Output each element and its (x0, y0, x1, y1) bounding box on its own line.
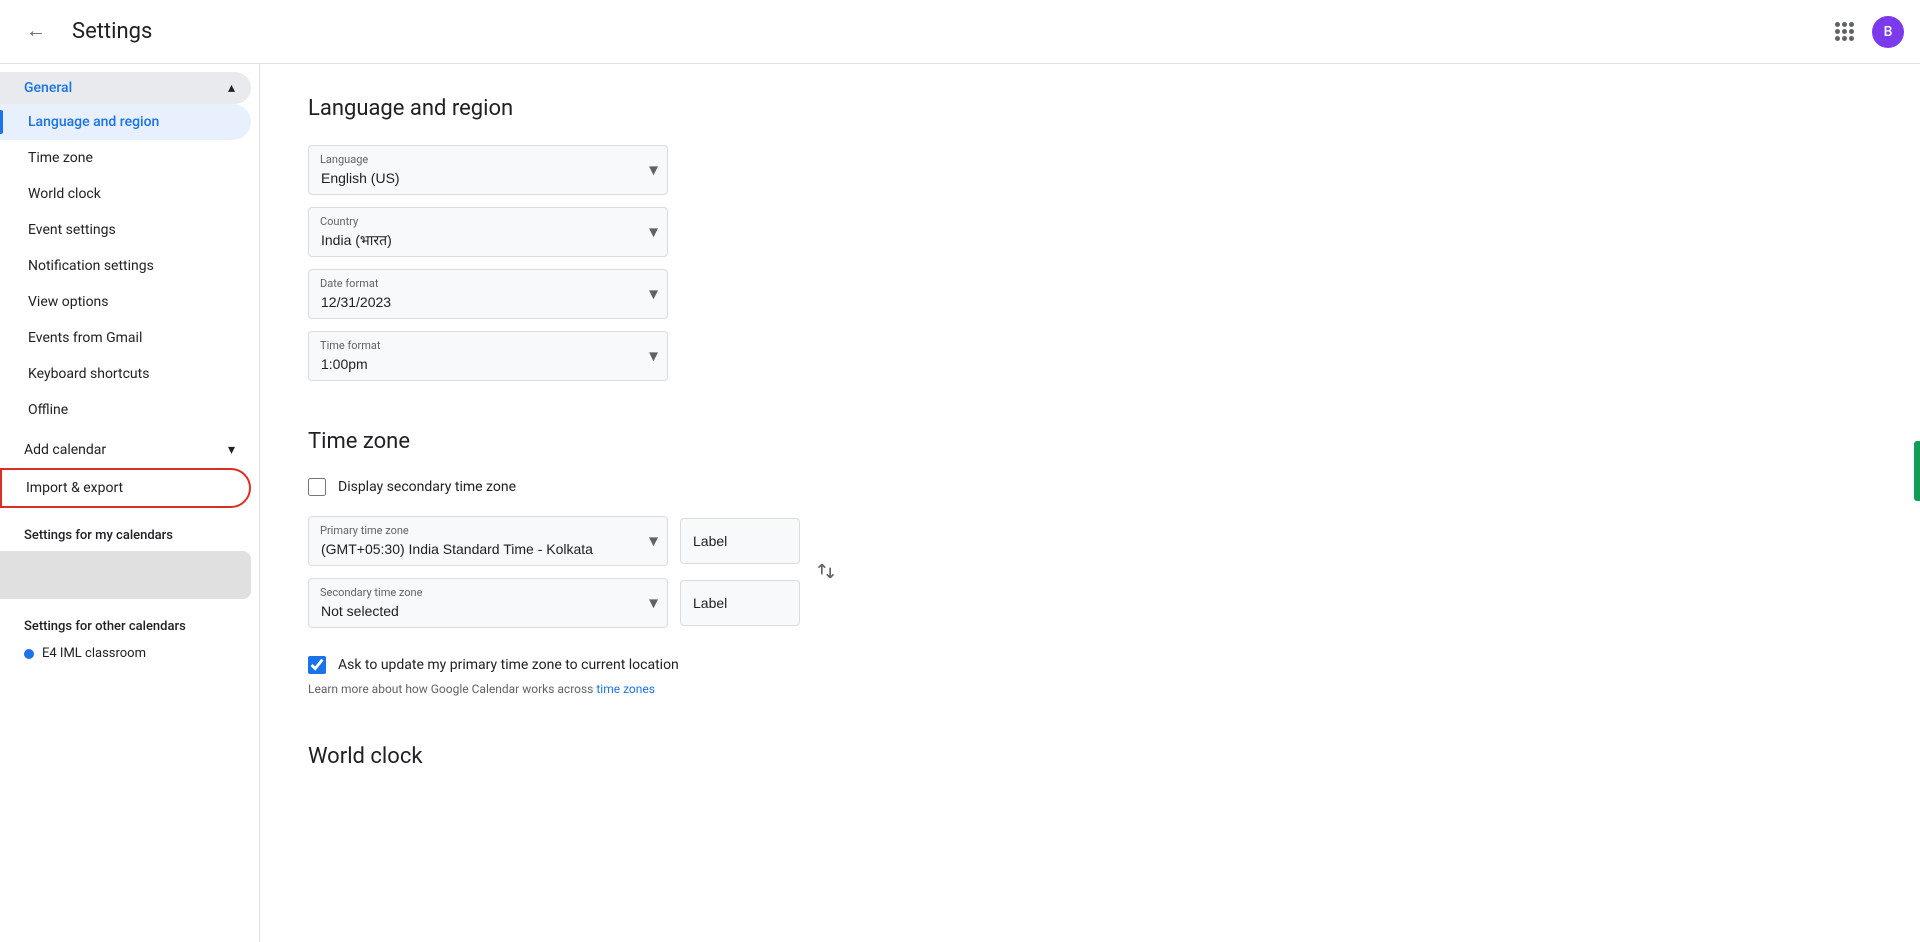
time-format-form-group: Time format 1:00pm ▾ (308, 331, 1872, 381)
language-form-group: Language English (US) ▾ (308, 145, 1872, 195)
back-arrow-icon: ← (26, 20, 46, 43)
sidebar-item-label: Offline (28, 402, 68, 418)
sidebar-item-view-options[interactable]: View options (0, 284, 251, 320)
country-select[interactable]: India (भारत) (308, 207, 668, 257)
secondary-timezone-row: Secondary time zone Not selected ▾ (308, 578, 800, 628)
sidebar-item-event-settings[interactable]: Event settings (0, 212, 251, 248)
ask-update-checkbox[interactable] (308, 656, 326, 674)
settings-other-calendars-heading: Settings for other calendars (0, 607, 259, 638)
date-format-form-group: Date format 12/31/2023 ▾ (308, 269, 1872, 319)
learn-more-text: Learn more about how Google Calendar wor… (308, 682, 1872, 696)
language-select-wrapper: Language English (US) ▾ (308, 145, 668, 195)
topbar-left: ← Settings (16, 12, 152, 52)
country-form-group: Country India (भारत) ▾ (308, 207, 1872, 257)
right-edge-indicator (1914, 441, 1920, 501)
world-clock-title: World clock (308, 744, 1872, 769)
settings-my-calendars-heading: Settings for my calendars (0, 516, 259, 547)
general-label: General (24, 80, 72, 96)
add-calendar-label: Add calendar (24, 442, 106, 458)
add-calendar-row[interactable]: Add calendar (0, 432, 251, 468)
import-export-item[interactable]: Import & export (0, 468, 251, 508)
page-title: Settings (72, 19, 152, 44)
general-section: General Language and region Time zone Wo… (0, 72, 259, 428)
sidebar-item-label: Notification settings (28, 258, 154, 274)
language-region-section: Language and region Language English (US… (308, 96, 1872, 381)
sidebar-item-offline[interactable]: Offline (0, 392, 251, 428)
calendar-color-dot (24, 649, 34, 659)
sidebar: General Language and region Time zone Wo… (0, 64, 260, 942)
date-format-select[interactable]: 12/31/2023 (308, 269, 668, 319)
language-region-title: Language and region (308, 96, 1872, 121)
display-secondary-row: Display secondary time zone (308, 478, 1872, 496)
sidebar-item-events-from-gmail[interactable]: Events from Gmail (0, 320, 251, 356)
primary-timezone-select[interactable]: (GMT+05:30) India Standard Time - Kolkat… (308, 516, 668, 566)
calendar-item-label: E4 IML classroom (42, 646, 146, 661)
topbar: ← Settings B (0, 0, 1920, 64)
sidebar-item-label: Events from Gmail (28, 330, 142, 346)
sidebar-item-label: Time zone (28, 150, 93, 166)
timezone-title: Time zone (308, 429, 1872, 454)
secondary-timezone-wrapper: Secondary time zone Not selected ▾ (308, 578, 668, 628)
language-select[interactable]: English (US) (308, 145, 668, 195)
primary-timezone-label-input[interactable] (680, 518, 800, 564)
main-content: Language and region Language English (US… (260, 64, 1920, 942)
apps-grid-icon (1835, 22, 1854, 41)
layout: General Language and region Time zone Wo… (0, 64, 1920, 942)
sidebar-item-world-clock[interactable]: World clock (0, 176, 251, 212)
secondary-timezone-select[interactable]: Not selected (308, 578, 668, 628)
sidebar-item-label: Event settings (28, 222, 116, 238)
sidebar-item-time-zone[interactable]: Time zone (0, 140, 251, 176)
world-clock-section: World clock (308, 744, 1872, 769)
time-format-select-wrapper: Time format 1:00pm ▾ (308, 331, 668, 381)
secondary-timezone-label-input[interactable] (680, 580, 800, 626)
country-select-wrapper: Country India (भारत) ▾ (308, 207, 668, 257)
sidebar-item-label: View options (28, 294, 109, 310)
general-chevron-icon (228, 80, 235, 96)
add-calendar-chevron-icon (228, 442, 235, 458)
time-format-select[interactable]: 1:00pm (308, 331, 668, 381)
avatar[interactable]: B (1872, 16, 1904, 48)
import-export-label: Import & export (26, 480, 123, 496)
list-item: E4 IML classroom (0, 638, 259, 669)
display-secondary-label: Display secondary time zone (338, 479, 516, 495)
time-zones-link[interactable]: time zones (596, 682, 655, 696)
sidebar-item-language-region[interactable]: Language and region (0, 104, 251, 140)
timezone-section: Time zone Display secondary time zone Pr… (308, 429, 1872, 696)
ask-update-label: Ask to update my primary time zone to cu… (338, 657, 679, 673)
display-secondary-checkbox[interactable] (308, 478, 326, 496)
primary-timezone-row: Primary time zone (GMT+05:30) India Stan… (308, 516, 800, 566)
sidebar-item-label: Language and region (28, 114, 159, 130)
apps-button[interactable] (1824, 12, 1864, 52)
date-format-select-wrapper: Date format 12/31/2023 ▾ (308, 269, 668, 319)
topbar-right: B (1824, 12, 1904, 52)
general-group-header[interactable]: General (0, 72, 251, 104)
swap-timezone-icon[interactable] (816, 561, 836, 581)
my-calendars-placeholder (0, 551, 251, 599)
ask-update-row: Ask to update my primary time zone to cu… (308, 656, 1872, 674)
sidebar-item-notification-settings[interactable]: Notification settings (0, 248, 251, 284)
sidebar-item-label: Keyboard shortcuts (28, 366, 149, 382)
sidebar-item-keyboard-shortcuts[interactable]: Keyboard shortcuts (0, 356, 251, 392)
sidebar-item-label: World clock (28, 186, 101, 202)
primary-timezone-wrapper: Primary time zone (GMT+05:30) India Stan… (308, 516, 668, 566)
back-button[interactable]: ← (16, 12, 56, 52)
